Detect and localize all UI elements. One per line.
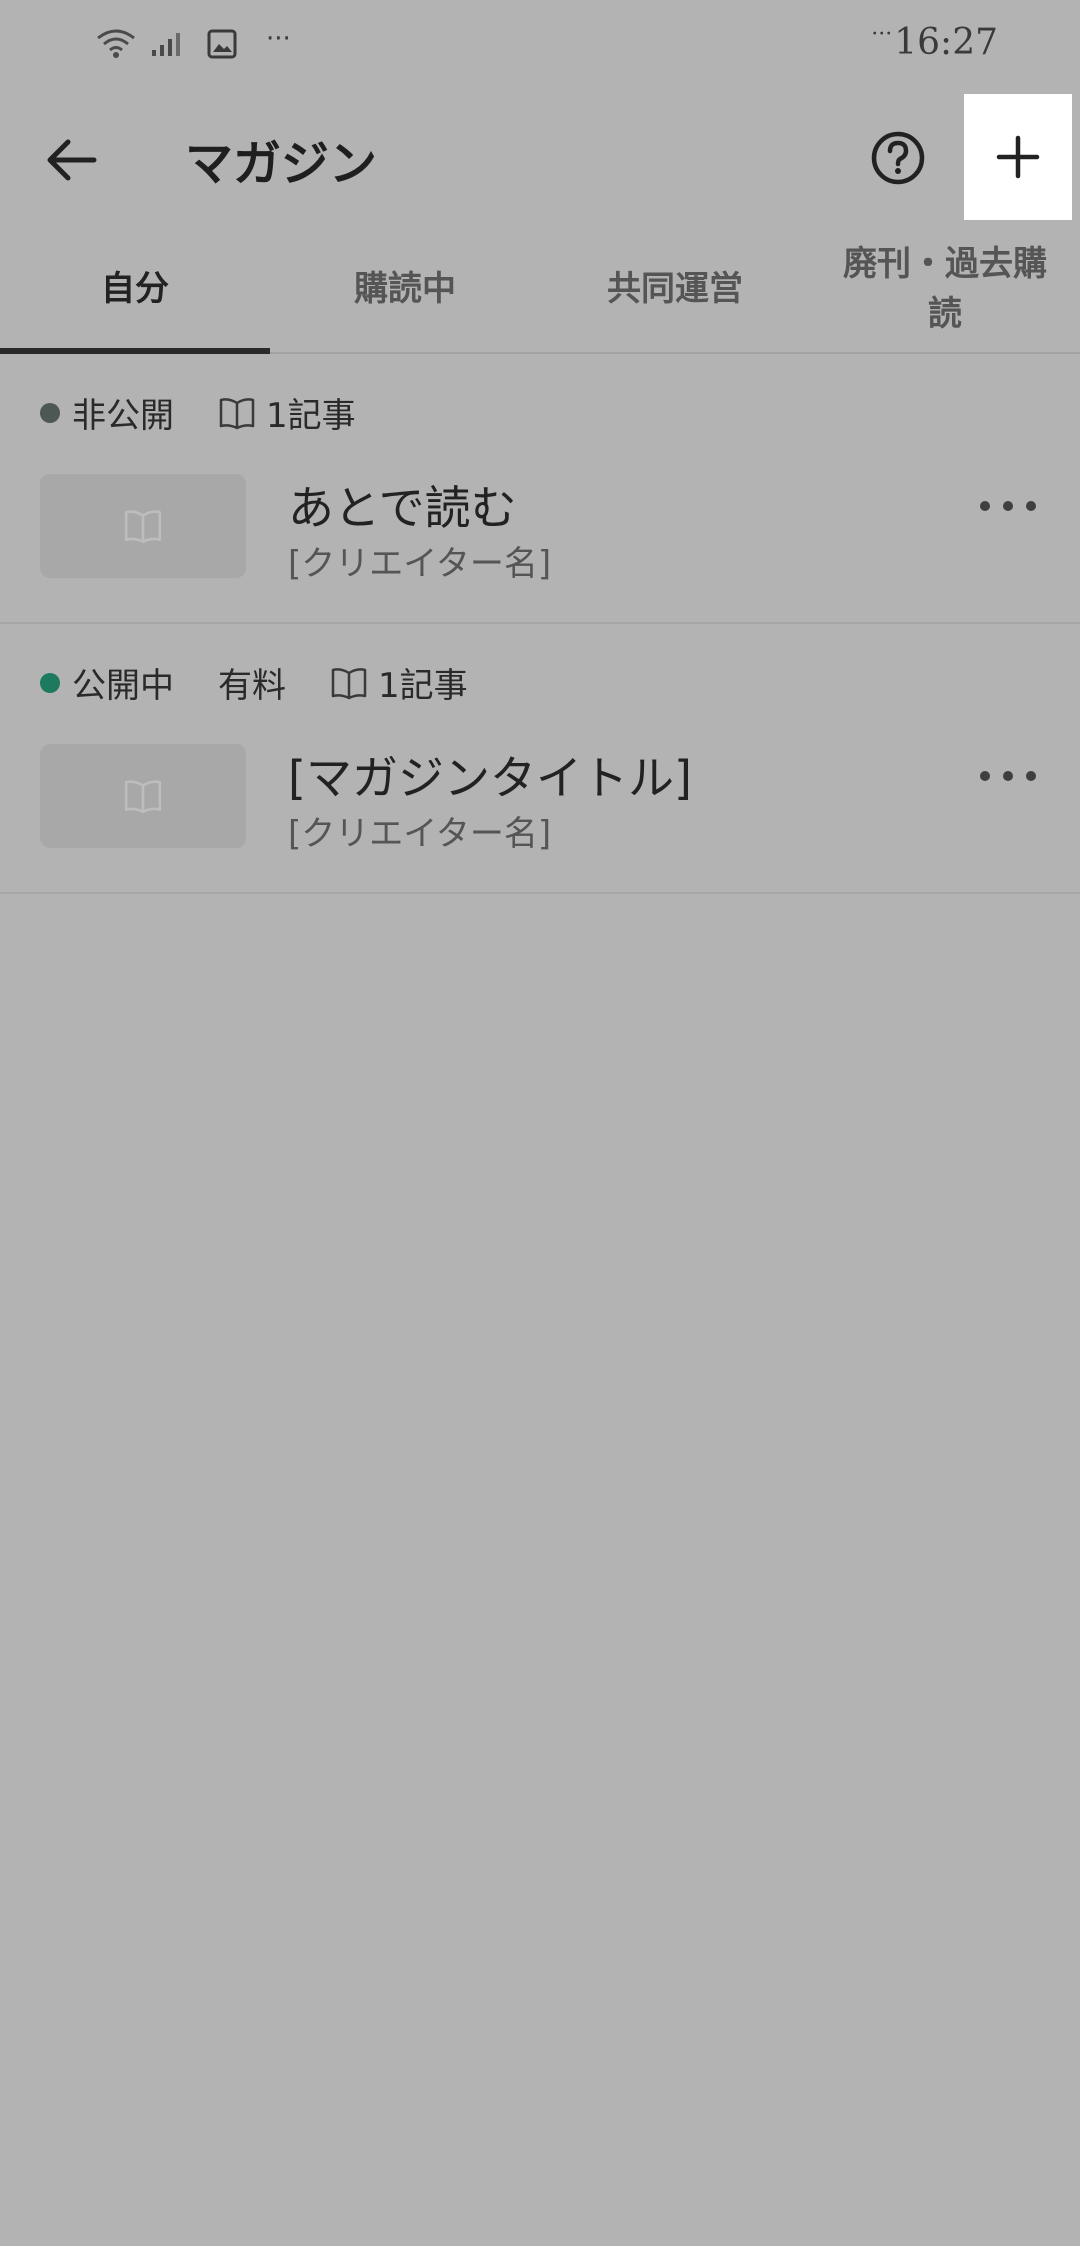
back-button[interactable] bbox=[38, 126, 106, 194]
creator-name: [クリエイター名] bbox=[288, 544, 552, 584]
tab-mine[interactable]: 自分 bbox=[0, 226, 270, 354]
book-icon bbox=[124, 780, 162, 814]
image-icon bbox=[207, 29, 237, 59]
signal-icon bbox=[152, 33, 180, 56]
magazine-meta: 非公開 1記事 bbox=[40, 388, 356, 437]
status-time: ···16:27 bbox=[871, 22, 998, 63]
magazine-item[interactable]: 公開中 有料 1記事 [マガジンタイトル] [クリエイター名] bbox=[0, 624, 1080, 894]
book-icon bbox=[124, 510, 162, 544]
magazine-title: あとで読む bbox=[288, 481, 517, 535]
tab-bar: 自分 購読中 共同運営 廃刊・過去購読 bbox=[0, 226, 1080, 354]
more-dot bbox=[1026, 771, 1036, 781]
book-icon bbox=[331, 667, 367, 699]
magazine-thumbnail bbox=[40, 744, 246, 848]
article-count: 1記事 bbox=[266, 396, 356, 436]
status-label: 公開中 bbox=[72, 666, 174, 706]
magazine-thumbnail bbox=[40, 474, 246, 578]
tab-label: 廃刊・過去購読 bbox=[843, 244, 1047, 334]
plus-icon bbox=[996, 135, 1040, 179]
status-bar: ··· ···16:27 bbox=[0, 0, 1080, 90]
more-options-button[interactable] bbox=[980, 494, 1036, 518]
add-magazine-button[interactable] bbox=[964, 94, 1072, 220]
status-dot bbox=[40, 672, 60, 693]
status-dot bbox=[40, 402, 60, 423]
magazine-title: [マガジンタイトル] bbox=[288, 751, 692, 805]
app-bar: マガジン bbox=[0, 90, 1080, 226]
creator-name: [クリエイター名] bbox=[288, 814, 552, 854]
more-dot bbox=[1003, 501, 1013, 511]
time-text: 16:27 bbox=[894, 22, 998, 63]
more-dot bbox=[1026, 501, 1036, 511]
tab-subscribed[interactable]: 購読中 bbox=[270, 226, 540, 352]
wifi-icon bbox=[97, 29, 135, 58]
tab-past-subscriptions[interactable]: 廃刊・過去購読 bbox=[810, 226, 1080, 352]
page-title: マガジン bbox=[185, 136, 378, 192]
help-button[interactable] bbox=[864, 124, 932, 192]
magazine-meta: 公開中 有料 1記事 bbox=[40, 658, 468, 707]
arrow-left-icon bbox=[47, 139, 97, 181]
more-dot bbox=[980, 771, 990, 781]
price-label: 有料 bbox=[218, 666, 286, 706]
status-overflow-dots: ··· bbox=[266, 24, 291, 54]
tab-co-managed[interactable]: 共同運営 bbox=[540, 226, 810, 352]
magazine-item[interactable]: 非公開 1記事 あとで読む [クリエイター名] bbox=[0, 354, 1080, 624]
question-circle-icon bbox=[871, 131, 925, 185]
more-dot bbox=[1003, 771, 1013, 781]
more-dot bbox=[980, 501, 990, 511]
tab-label: 購読中 bbox=[354, 269, 456, 309]
book-icon bbox=[219, 397, 255, 429]
more-options-button[interactable] bbox=[980, 764, 1036, 788]
status-label: 非公開 bbox=[72, 396, 174, 436]
tab-label: 自分 bbox=[101, 269, 169, 309]
article-count: 1記事 bbox=[378, 666, 468, 706]
tab-label: 共同運営 bbox=[607, 269, 743, 309]
time-dots: ··· bbox=[871, 22, 893, 47]
